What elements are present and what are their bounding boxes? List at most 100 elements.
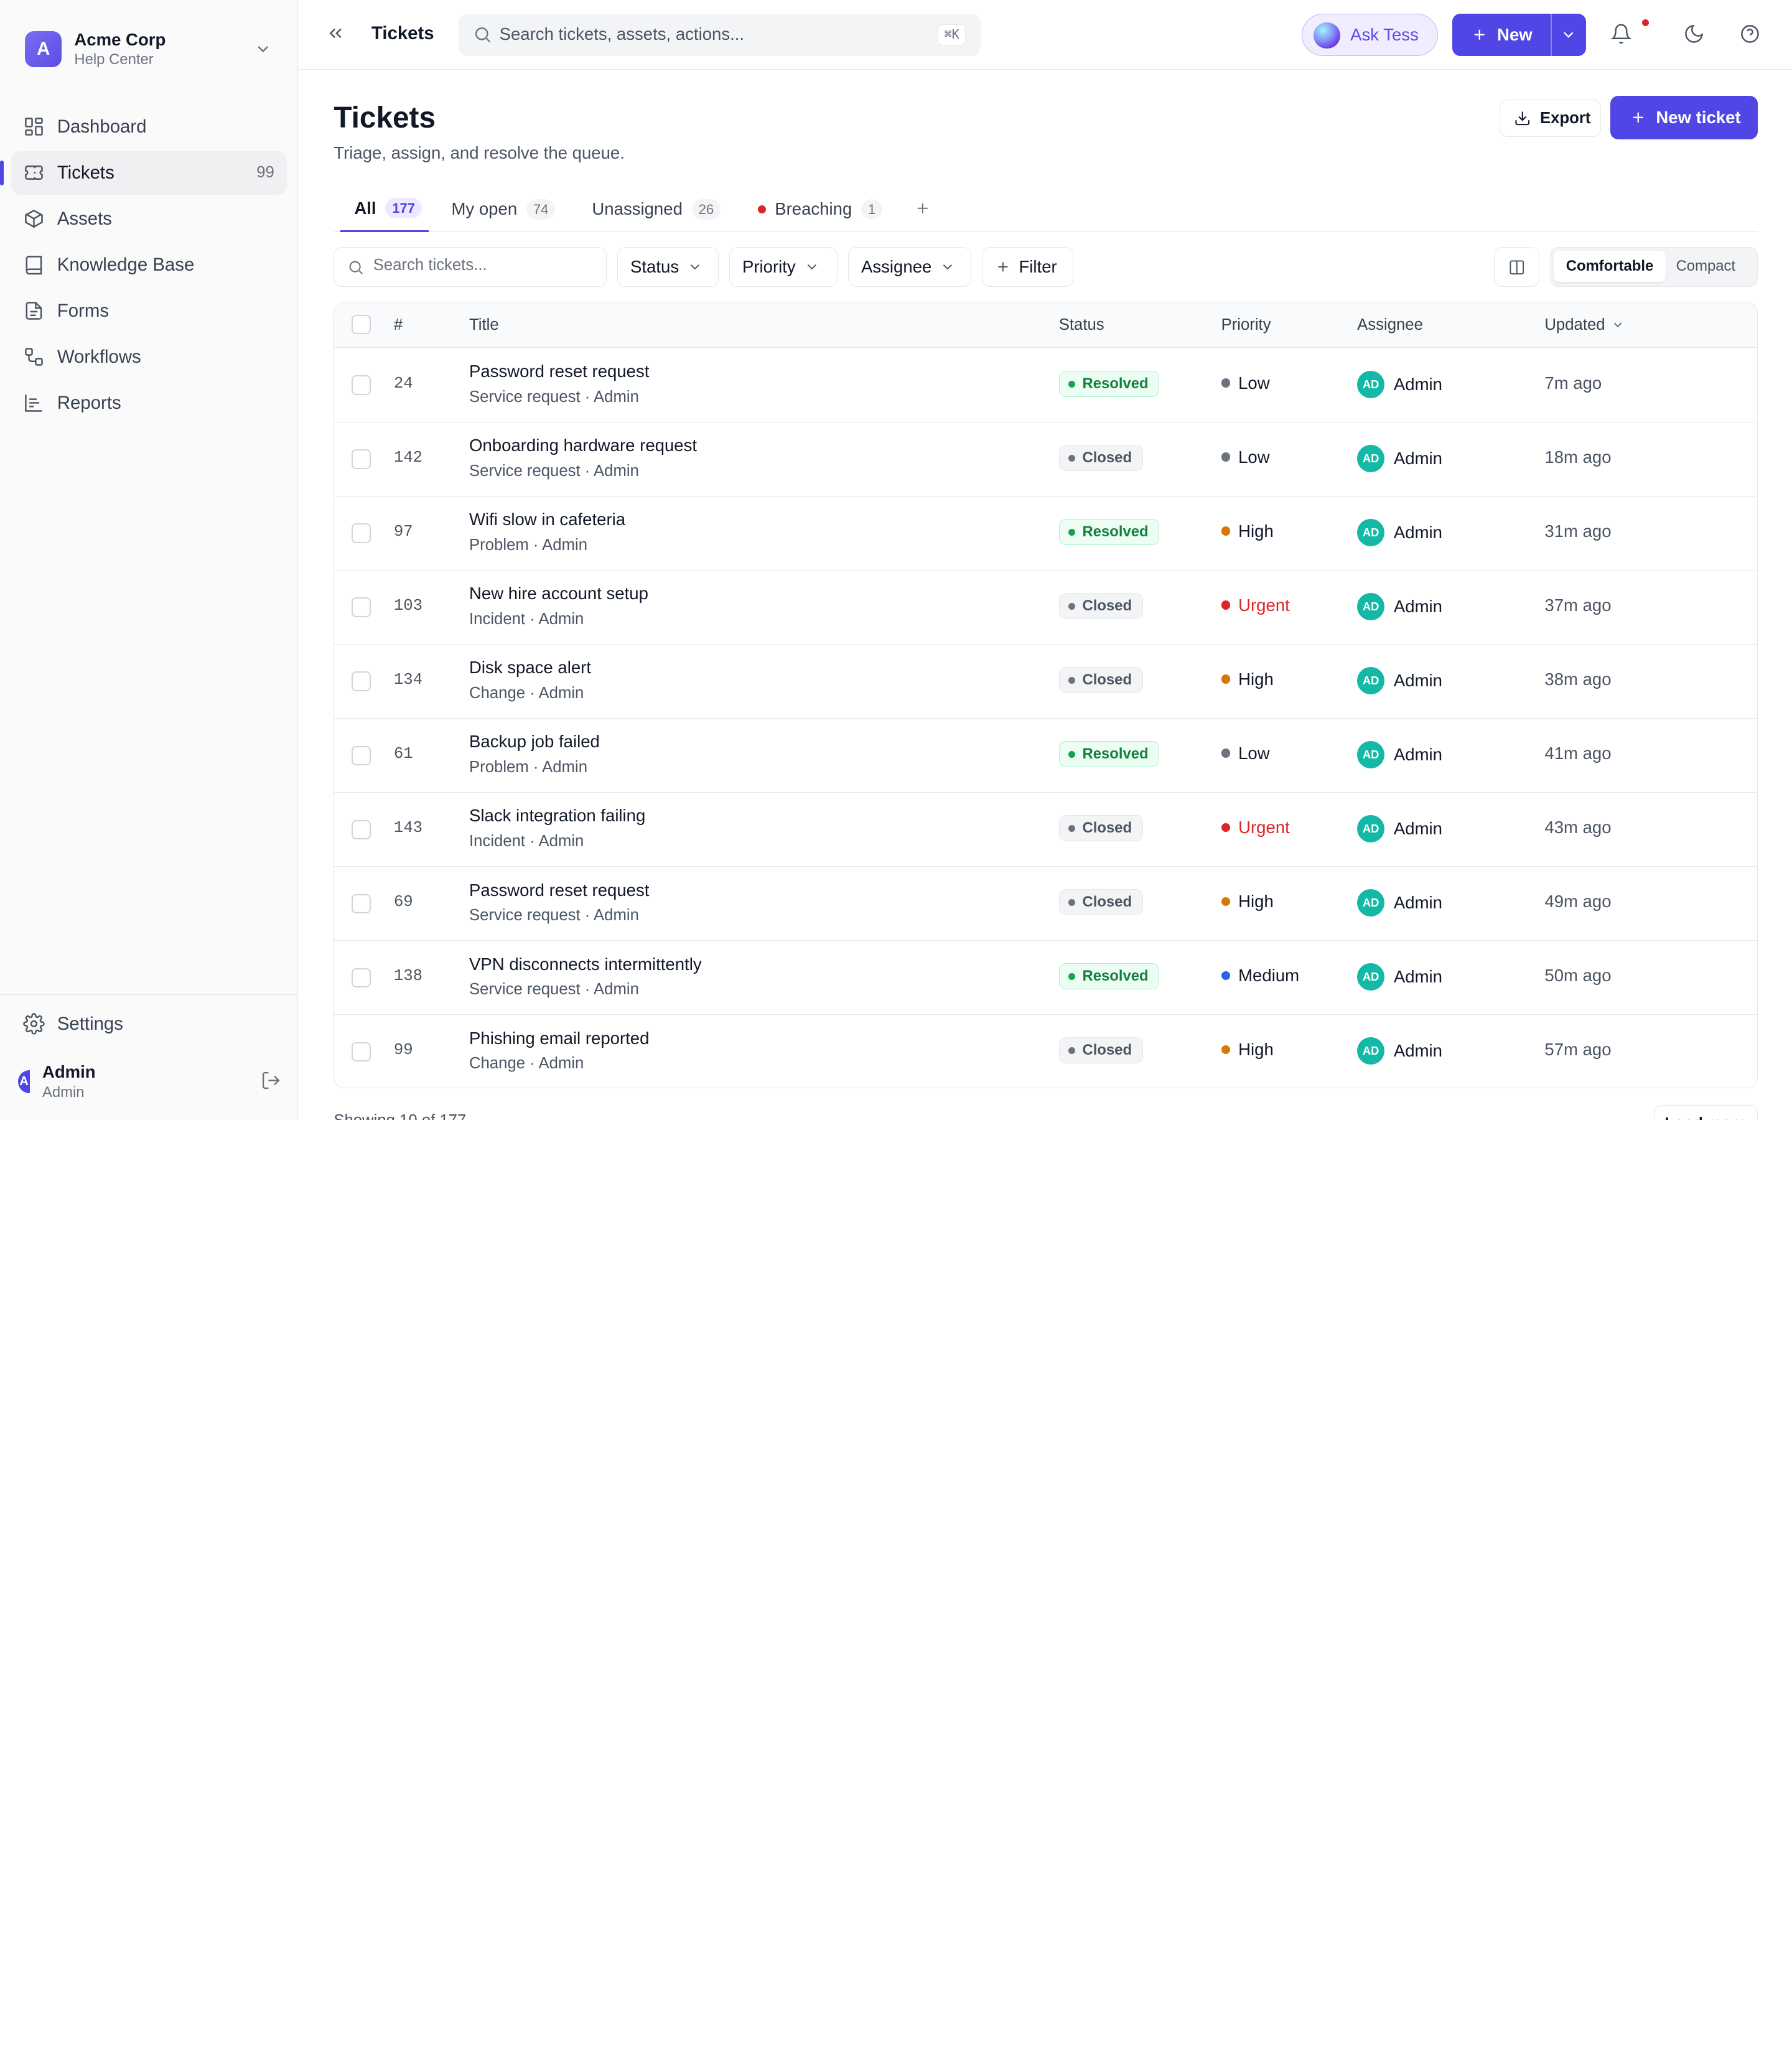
add-filter-button[interactable]: Filter (981, 246, 1073, 287)
logout-icon[interactable] (261, 1070, 281, 1091)
export-label: Export (1540, 109, 1591, 127)
sidebar-item-knowledge-base[interactable]: Knowledge Base (11, 243, 287, 287)
page-title: Tickets (334, 101, 436, 134)
ticket-title[interactable]: Backup job failed (469, 732, 600, 752)
assignee: AD Admin (1357, 1037, 1442, 1065)
moon-icon[interactable] (1683, 23, 1705, 45)
table-row[interactable]: 97 Wifi slow in cafeteria Problem · Admin R… (334, 496, 1757, 571)
assignee-filter-button[interactable]: Assignee (847, 246, 972, 287)
bell-icon[interactable] (1610, 23, 1632, 45)
ticket-search-input[interactable]: Search tickets... (334, 246, 607, 287)
ticket-title[interactable]: VPN disconnects intermittently (469, 954, 702, 974)
row-checkbox[interactable] (351, 819, 371, 839)
priority-label: High (1238, 521, 1274, 541)
updated-time: 38m ago (1544, 669, 1612, 689)
ticket-number: 24 (393, 374, 413, 393)
column-header-priority[interactable]: Priority (1221, 316, 1271, 334)
workflow-icon (24, 348, 43, 366)
tab-my-open[interactable]: My open 74 (451, 186, 556, 231)
row-checkbox[interactable] (351, 745, 371, 765)
help-icon[interactable] (1739, 23, 1761, 45)
ticket-title[interactable]: Phishing email reported (469, 1028, 649, 1048)
ticket-title[interactable]: New hire account setup (469, 584, 648, 604)
row-checkbox[interactable] (351, 671, 371, 691)
column-header-title[interactable]: Title (469, 316, 499, 334)
table-row[interactable]: 142 Onboarding hardware request Service re… (334, 422, 1757, 497)
row-checkbox[interactable] (351, 597, 371, 617)
table-row[interactable]: 103 New hire account setup Incident · Admi… (334, 570, 1757, 645)
search-icon (349, 261, 363, 274)
sidebar-item-reports[interactable]: Reports (11, 381, 287, 425)
ticket-title[interactable]: Disk space alert (469, 658, 591, 678)
table-row[interactable]: 138 VPN disconnects intermittently Service… (334, 940, 1757, 1015)
sidebar-item-settings[interactable]: Settings (23, 1013, 123, 1035)
load-more-button[interactable]: Load more (1653, 1105, 1758, 1120)
priority-filter-button[interactable]: Priority (729, 246, 838, 287)
column-header-number: # (393, 315, 403, 334)
assignee-name: Admin (1393, 819, 1443, 839)
column-header-assignee[interactable]: Assignee (1357, 316, 1423, 334)
row-checkbox[interactable] (351, 523, 371, 543)
sidebar-item-tickets[interactable]: Tickets 99 (0, 151, 287, 195)
tab-label: Breaching (775, 199, 852, 219)
collapse-sidebar-icon[interactable] (325, 23, 346, 44)
density-comfortable[interactable]: Comfortable (1554, 251, 1666, 282)
assignee-name: Admin (1393, 967, 1443, 987)
table-row[interactable]: 24 Password reset request Service request … (334, 348, 1757, 422)
user-profile[interactable]: A Admin Admin (18, 1059, 281, 1104)
row-checkbox[interactable] (351, 968, 371, 987)
export-button[interactable]: Export (1499, 99, 1602, 138)
ask-tess-label: Ask Tess (1350, 24, 1419, 44)
row-checkbox[interactable] (351, 375, 371, 395)
app-root: A Acme Corp Help Center Dashboard Ticket… (0, 0, 1792, 1120)
column-header-status[interactable]: Status (1059, 316, 1104, 334)
org-name: Acme Corp (74, 29, 166, 49)
assignee: AD Admin (1357, 593, 1442, 621)
status-badge: Closed (1058, 593, 1143, 620)
chevron-down-icon[interactable] (1560, 26, 1577, 44)
book-icon (26, 256, 42, 275)
sidebar-item-forms[interactable]: Forms (11, 289, 287, 333)
tab-breaching[interactable]: Breaching 1 (757, 186, 883, 231)
new-ticket-button[interactable]: New ticket (1610, 96, 1758, 140)
priority-indicator: Low (1221, 447, 1270, 467)
status-filter-button[interactable]: Status (617, 246, 719, 287)
status-label: Resolved (1082, 745, 1149, 763)
row-checkbox[interactable] (351, 1042, 371, 1061)
updated-time: 57m ago (1544, 1039, 1612, 1059)
table-row[interactable]: 143 Slack integration failing Incident · A… (334, 792, 1757, 867)
ticket-title[interactable]: Wifi slow in cafeteria (469, 510, 625, 529)
new-button[interactable]: New (1452, 14, 1551, 56)
select-all-checkbox[interactable] (351, 315, 371, 335)
sidebar-footer: Settings A Admin Admin (0, 994, 297, 1101)
sidebar-item-workflows[interactable]: Workflows (11, 335, 287, 379)
columns-button[interactable] (1493, 246, 1540, 287)
table-row[interactable]: 61 Backup job failed Problem · Admin Resolv… (334, 718, 1757, 793)
ticket-title[interactable]: Onboarding hardware request (469, 436, 697, 455)
ticket-title[interactable]: Password reset request (469, 880, 649, 900)
density-compact[interactable]: Compact (1676, 251, 1735, 282)
plus-icon (998, 262, 1008, 272)
settings-label: Settings (57, 1013, 123, 1034)
org-switcher[interactable]: A Acme Corp Help Center (25, 30, 276, 68)
priority-indicator: Low (1221, 373, 1270, 393)
ask-tess-button[interactable]: Ask Tess (1301, 14, 1438, 56)
table-row[interactable]: 99 Phishing email reported Change · Admin C… (334, 1015, 1757, 1088)
status-dot (1068, 1047, 1076, 1054)
tab-all[interactable]: All 177 (340, 186, 429, 232)
ticket-title[interactable]: Password reset request (469, 361, 649, 381)
table-row[interactable]: 134 Disk space alert Change · Admin Closed H… (334, 644, 1757, 719)
chevron-down-icon (690, 264, 699, 270)
gear-icon (23, 1013, 45, 1035)
sidebar-item-dashboard[interactable]: Dashboard (11, 105, 287, 149)
row-checkbox[interactable] (351, 449, 371, 469)
column-header-updated[interactable]: Updated (1544, 316, 1624, 334)
table-row[interactable]: 69 Password reset request Service request … (334, 866, 1757, 941)
assignee-name: Admin (1393, 1041, 1443, 1061)
global-search-input[interactable]: Search tickets, assets, actions... ⌘K (458, 14, 981, 56)
ticket-title[interactable]: Slack integration failing (469, 806, 645, 826)
add-view-icon[interactable] (914, 200, 931, 217)
row-checkbox[interactable] (351, 893, 371, 913)
tab-unassigned[interactable]: Unassigned 26 (592, 186, 721, 231)
sidebar-item-assets[interactable]: Assets (11, 197, 287, 241)
